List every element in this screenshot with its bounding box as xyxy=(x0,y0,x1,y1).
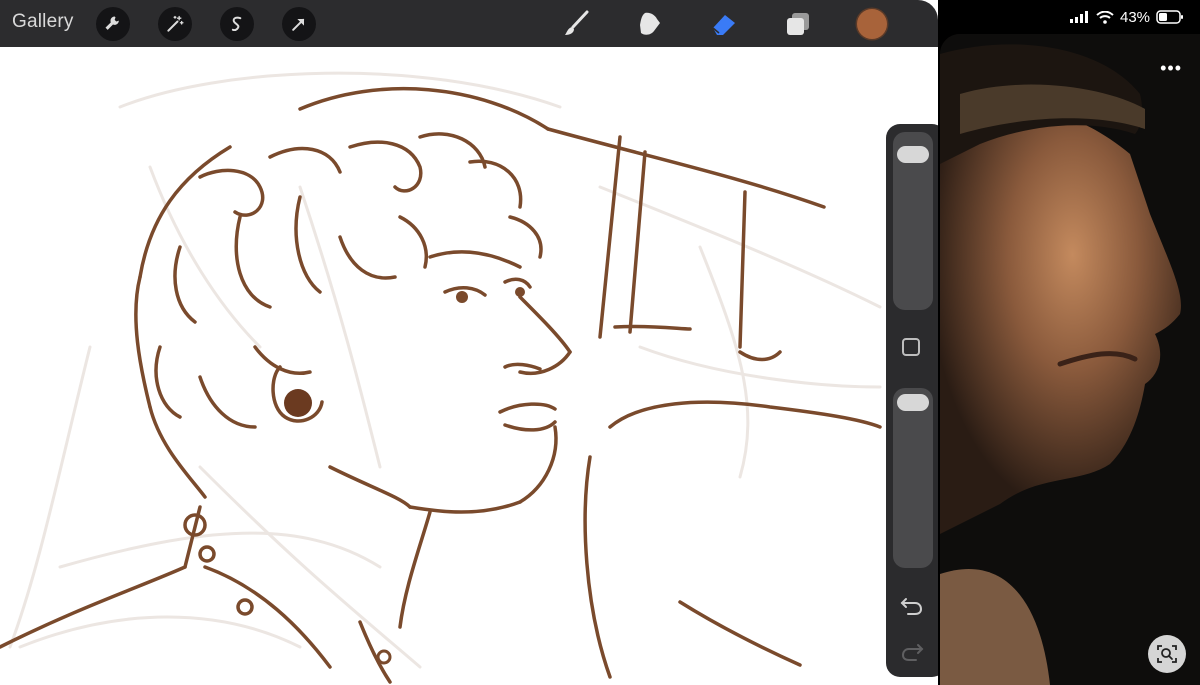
color-picker-button[interactable] xyxy=(857,9,887,39)
gallery-button[interactable]: Gallery xyxy=(12,11,74,33)
smudge-tool-button[interactable] xyxy=(634,8,666,40)
opacity-slider[interactable] xyxy=(893,388,933,568)
side-slider-panel xyxy=(886,124,938,677)
reference-photo-panel[interactable]: ••• xyxy=(940,34,1200,685)
eraser-tool-button[interactable] xyxy=(708,8,740,40)
top-toolbar: Gallery xyxy=(0,0,938,47)
brush-size-thumb[interactable] xyxy=(897,145,929,163)
redo-icon xyxy=(901,644,924,661)
more-options-button[interactable]: ••• xyxy=(1160,58,1182,79)
wrench-icon xyxy=(105,16,119,30)
drawing-canvas[interactable] xyxy=(0,47,938,685)
brush-tool-button[interactable] xyxy=(560,8,592,40)
modify-button[interactable] xyxy=(902,338,920,356)
undo-icon xyxy=(900,598,923,615)
transform-arrow-icon xyxy=(292,18,305,31)
status-bar: 43% xyxy=(1070,7,1184,27)
magic-wand-icon xyxy=(167,15,184,32)
layers-button[interactable] xyxy=(782,8,814,40)
brush-icon xyxy=(565,10,589,35)
reference-photo xyxy=(940,34,1200,685)
undo-button[interactable] xyxy=(900,594,924,616)
battery-icon xyxy=(1156,10,1184,24)
cellular-signal-icon xyxy=(1070,11,1088,23)
procreate-app: Gallery xyxy=(0,0,938,685)
wifi-icon xyxy=(1096,10,1114,24)
visual-lookup-icon xyxy=(1157,645,1177,663)
layers-icon xyxy=(787,13,809,35)
brush-size-slider[interactable] xyxy=(893,132,933,310)
visual-lookup-button[interactable] xyxy=(1148,635,1186,673)
adjustments-button[interactable] xyxy=(158,7,192,41)
transform-button[interactable] xyxy=(282,7,316,41)
selection-icon xyxy=(231,16,242,32)
actions-button[interactable] xyxy=(96,7,130,41)
selection-button[interactable] xyxy=(220,7,254,41)
eraser-icon xyxy=(712,15,735,35)
battery-percent: 43% xyxy=(1120,8,1151,26)
redo-button[interactable] xyxy=(900,640,924,662)
smudge-icon xyxy=(640,12,660,35)
opacity-thumb[interactable] xyxy=(897,394,929,412)
